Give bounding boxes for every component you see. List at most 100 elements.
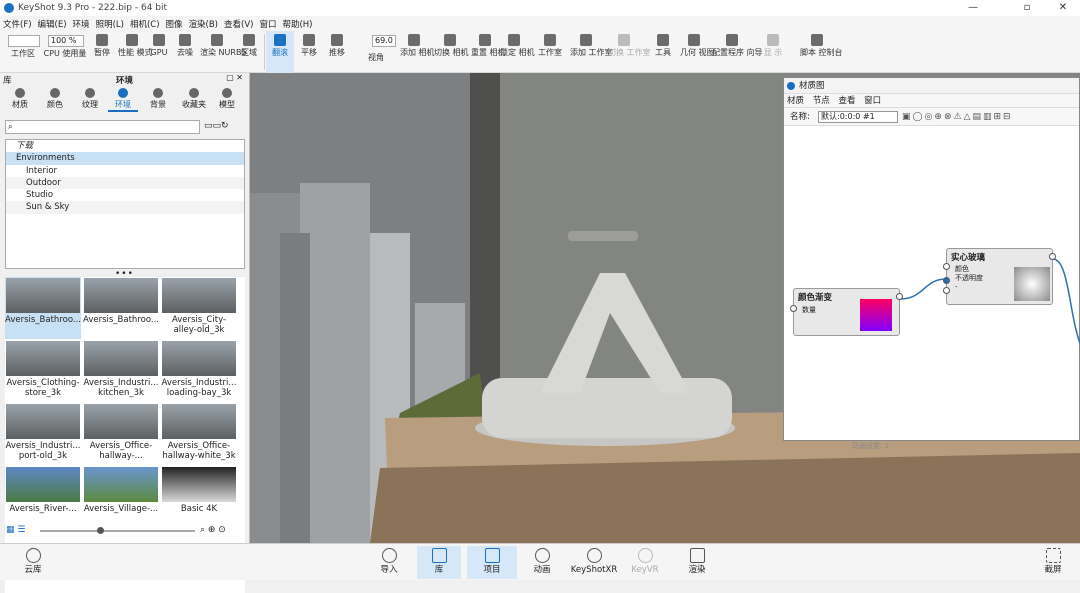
menu-file[interactable]: 文件(F) bbox=[3, 18, 32, 30]
list-item[interactable]: Aversis_Village-... bbox=[83, 466, 159, 528]
tab-environments[interactable]: 环境 bbox=[108, 88, 138, 112]
reset-camera-icon bbox=[479, 34, 491, 46]
workspace-select[interactable] bbox=[8, 35, 40, 47]
input-port[interactable] bbox=[943, 287, 950, 294]
cloud-library-button[interactable]: 云库 bbox=[14, 546, 52, 579]
tab-models[interactable]: 模型 bbox=[212, 88, 242, 110]
output-port[interactable] bbox=[1049, 253, 1056, 260]
tab-favorites[interactable]: 收藏夹 bbox=[176, 88, 212, 110]
perspective-button[interactable]: 视角 bbox=[362, 53, 390, 73]
slider-handle[interactable] bbox=[97, 527, 104, 534]
tree-item-interior[interactable]: Interior bbox=[6, 165, 244, 177]
output-port[interactable] bbox=[896, 293, 903, 300]
tree-item-sun-sky[interactable]: Sun & Sky bbox=[6, 201, 244, 214]
menu-render[interactable]: 渲染(B) bbox=[189, 18, 218, 30]
mg-menu-view[interactable]: 查看 bbox=[838, 96, 855, 106]
geometry-view-button[interactable]: 几何 视图 bbox=[680, 31, 715, 73]
lock-camera-button[interactable]: 锁定 相机 bbox=[500, 31, 535, 73]
folder-actions-icon[interactable]: ▭▭↻ bbox=[204, 121, 229, 131]
pan-button[interactable]: 平移 bbox=[296, 31, 322, 73]
reset-camera-button[interactable]: 重置 相机 bbox=[471, 31, 506, 73]
list-item[interactable]: Aversis_Clothing-store_3k bbox=[5, 340, 81, 402]
menu-window[interactable]: 窗口 bbox=[259, 18, 276, 30]
color-gradient-node[interactable]: 颜色渐变 数量 bbox=[790, 288, 903, 336]
zoom-actions-icon[interactable]: ⌕ ⊕ ⊙ bbox=[200, 525, 226, 535]
keyvr-button[interactable]: KeyVR bbox=[628, 546, 662, 579]
tree-item-environments[interactable]: Environments bbox=[6, 152, 244, 165]
denoise-button[interactable]: 去噪 bbox=[173, 31, 197, 73]
menu-edit[interactable]: 编辑(E) bbox=[38, 18, 67, 30]
menu-camera[interactable]: 相机(C) bbox=[130, 18, 160, 30]
thumbnail-size-slider[interactable] bbox=[40, 530, 195, 532]
add-camera-button[interactable]: 添加 相机 bbox=[400, 31, 435, 73]
animation-button[interactable]: 动画 bbox=[525, 546, 559, 579]
import-button[interactable]: 导入 bbox=[372, 546, 406, 579]
configurator-wizard-button[interactable]: 配置程序 向导 bbox=[712, 31, 763, 73]
tab-textures[interactable]: 纹理 bbox=[75, 88, 105, 110]
environment-thumbnail bbox=[84, 341, 158, 376]
main-toolbar: 100 % 工作区 CPU 使用量 暂停 性能 模式 GPU 去噪 渲染 NUR… bbox=[0, 31, 1080, 73]
tab-backgrounds[interactable]: 背景 bbox=[143, 88, 173, 110]
material-name-input[interactable]: 默认:0:0:0 #1 bbox=[818, 111, 898, 123]
menu-view[interactable]: 查看(V) bbox=[224, 18, 253, 30]
list-item[interactable]: Aversis_Bathroo... bbox=[83, 277, 159, 339]
minimize-icon[interactable]: — bbox=[958, 0, 988, 16]
list-item[interactable]: Aversis_City-alley-old_3k bbox=[161, 277, 237, 339]
tools-button[interactable]: 工具 bbox=[650, 31, 676, 73]
library-button[interactable]: 库 bbox=[417, 546, 461, 579]
list-item[interactable]: Aversis_Industri... port-old_3k bbox=[5, 403, 81, 465]
menu-image[interactable]: 图像 bbox=[166, 18, 183, 30]
material-graph-tools-icon[interactable]: ▣◯◎⊕⊗⚠△▤▥⊞⊟ bbox=[902, 108, 1013, 126]
list-item[interactable]: Aversis_Office-hallway-... bbox=[83, 403, 159, 465]
fov-input[interactable]: 69.0 bbox=[372, 35, 396, 47]
list-item[interactable]: Aversis_Industri... loading-bay_3k bbox=[161, 340, 237, 402]
library-corner-label: 库 bbox=[3, 76, 12, 86]
project-button[interactable]: 项目 bbox=[467, 546, 517, 579]
render-nurbs-button[interactable]: 渲染 NURBS bbox=[200, 31, 246, 73]
menu-help[interactable]: 帮助(H) bbox=[282, 18, 312, 30]
input-port[interactable] bbox=[943, 277, 950, 284]
list-item[interactable]: Aversis_Office-hallway-white_3k bbox=[161, 403, 237, 465]
tree-item-studio[interactable]: Studio bbox=[6, 189, 244, 201]
switch-camera-button[interactable]: 切换 相机 bbox=[434, 31, 469, 73]
list-item[interactable]: Basic 4K bbox=[161, 466, 237, 528]
view-toggle-icon[interactable]: ▦ ☰ bbox=[6, 525, 25, 535]
add-studio-button[interactable]: 添加 工作室 bbox=[570, 31, 613, 73]
library-search-input[interactable]: ⌕ bbox=[5, 120, 200, 134]
panel-close-icon[interactable]: ▢ ✕ bbox=[226, 73, 243, 82]
solid-glass-node[interactable]: 实心玻璃 颜色 不透明度 - bbox=[943, 248, 1056, 305]
switch-studio-button[interactable]: 切换 工作室 bbox=[608, 31, 651, 73]
list-item[interactable]: Aversis_River-... bbox=[5, 466, 81, 528]
cpu-usage-button[interactable]: CPU 使用量 bbox=[42, 49, 88, 73]
tumble-button[interactable]: 翻滚 bbox=[266, 31, 294, 73]
region-button[interactable]: 区域 bbox=[237, 31, 261, 73]
tab-colors[interactable]: 颜色 bbox=[40, 88, 70, 110]
input-port[interactable] bbox=[943, 263, 950, 270]
performance-mode-button[interactable]: 性能 模式 bbox=[118, 31, 153, 73]
close-icon[interactable]: ✕ bbox=[1048, 0, 1078, 16]
render-button[interactable]: 渲染 bbox=[680, 546, 714, 579]
maximize-icon[interactable]: ▫ bbox=[1012, 0, 1042, 16]
display-button[interactable]: 显 示 bbox=[760, 31, 786, 73]
mg-menu-node[interactable]: 节点 bbox=[813, 96, 830, 106]
tab-materials[interactable]: 材质 bbox=[5, 88, 35, 110]
input-port[interactable] bbox=[790, 305, 797, 312]
list-item[interactable]: Aversis_Industri... kitchen_3k bbox=[83, 340, 159, 402]
keyshotxr-button[interactable]: KeyShotXR bbox=[570, 546, 618, 579]
zoom-select[interactable]: 100 % bbox=[48, 35, 84, 47]
mg-menu-material[interactable]: 材质 bbox=[787, 96, 804, 106]
gpu-button[interactable]: GPU bbox=[148, 31, 170, 73]
mg-menu-window[interactable]: 窗口 bbox=[864, 96, 881, 106]
workspace-button[interactable]: 工作区 bbox=[6, 49, 40, 73]
tree-item-outdoor[interactable]: Outdoor bbox=[6, 176, 244, 190]
library-title: 环境 bbox=[116, 76, 134, 86]
menu-environment[interactable]: 环境 bbox=[73, 18, 90, 30]
menu-lighting[interactable]: 照明(L) bbox=[96, 18, 124, 30]
dolly-button[interactable]: 推移 bbox=[324, 31, 350, 73]
tree-item-downloads[interactable]: 下载 bbox=[6, 140, 244, 152]
script-console-button[interactable]: 脚本 控制台 bbox=[800, 31, 843, 73]
studio-button[interactable]: 工作室 bbox=[534, 31, 566, 73]
list-item[interactable]: Aversis_Bathroo... bbox=[5, 277, 81, 339]
screenshot-button[interactable]: 截屏 bbox=[1036, 546, 1070, 579]
pause-button[interactable]: 暂停 bbox=[90, 31, 114, 73]
